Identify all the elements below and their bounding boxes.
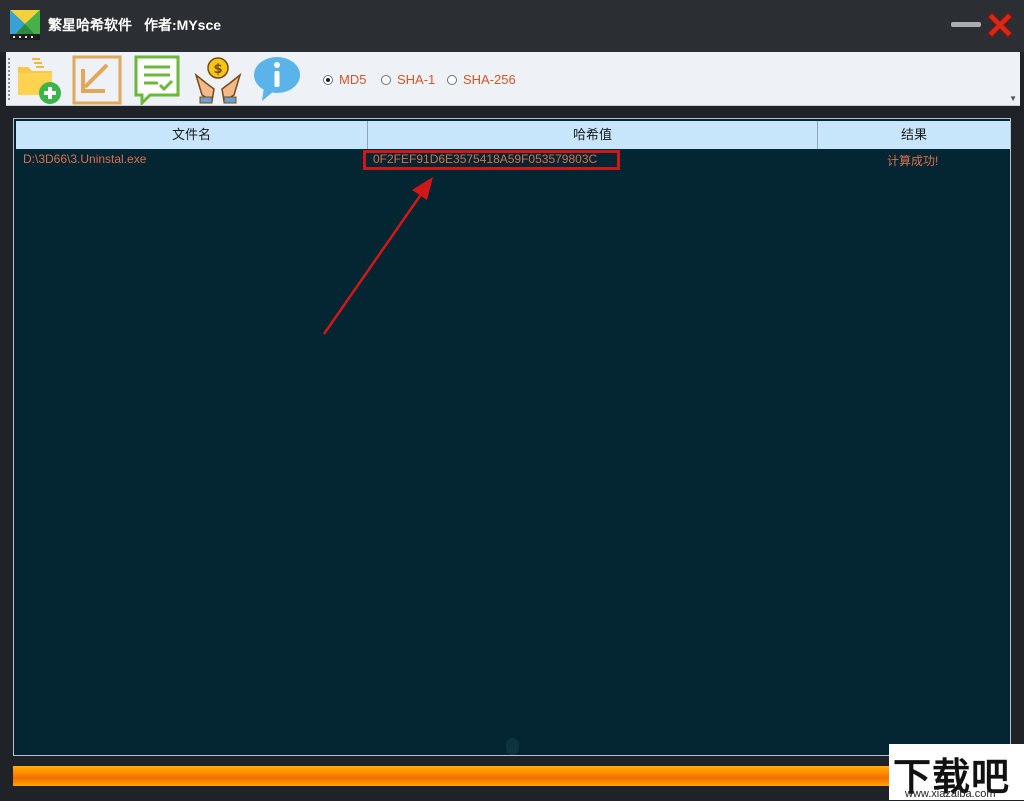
donate-button[interactable]: $ [192, 55, 244, 105]
author-label: 作者:MYsce [144, 17, 222, 33]
toolbar-grip[interactable] [8, 58, 10, 100]
radio-sha256-label: SHA-256 [463, 72, 516, 87]
title-bar: 繁星哈希软件 作者:MYsce [0, 0, 1024, 52]
toolbar: $ MD5 SHA-1 SHA-256 ▼ [6, 52, 1020, 106]
radio-md5[interactable]: MD5 [323, 72, 366, 87]
about-button[interactable] [252, 55, 304, 105]
radio-sha1[interactable]: SHA-1 [381, 72, 435, 87]
radio-dot [447, 74, 457, 85]
arrow-down-left-icon [72, 55, 122, 105]
minimize-button[interactable] [951, 22, 981, 27]
progress-bar [13, 766, 891, 786]
watermark: 下载吧 www.xiazaiba.com [889, 744, 1024, 800]
svg-text:$: $ [213, 62, 222, 77]
annotation-arrow-icon [322, 177, 433, 335]
radio-sha1-label: SHA-1 [397, 72, 436, 87]
app-title: 繁星哈希软件 [48, 17, 132, 33]
radio-sha256[interactable]: SHA-256 [447, 72, 516, 87]
file-list[interactable]: 文件名 哈希值 结果 D:\3D66\3.Uninstal.exe 0F2FEF… [13, 118, 1011, 756]
checklist-icon [134, 55, 180, 105]
radio-dot [323, 74, 333, 85]
add-file-button[interactable] [14, 55, 66, 105]
checklist-button[interactable] [132, 55, 184, 105]
toolbar-overflow-icon[interactable]: ▼ [1009, 94, 1017, 103]
radio-dot [381, 74, 391, 85]
info-icon [254, 57, 300, 101]
radio-md5-label: MD5 [339, 72, 367, 87]
close-icon[interactable] [983, 8, 1017, 42]
watermark-url: www.xiazaiba.com [905, 788, 996, 800]
app-logo-icon [10, 10, 40, 40]
scroll-indicator [506, 738, 519, 755]
coin-hands-icon: $ [194, 57, 242, 104]
progress-fill [13, 766, 891, 786]
folder-add-icon [18, 58, 61, 104]
import-button[interactable] [71, 55, 123, 105]
